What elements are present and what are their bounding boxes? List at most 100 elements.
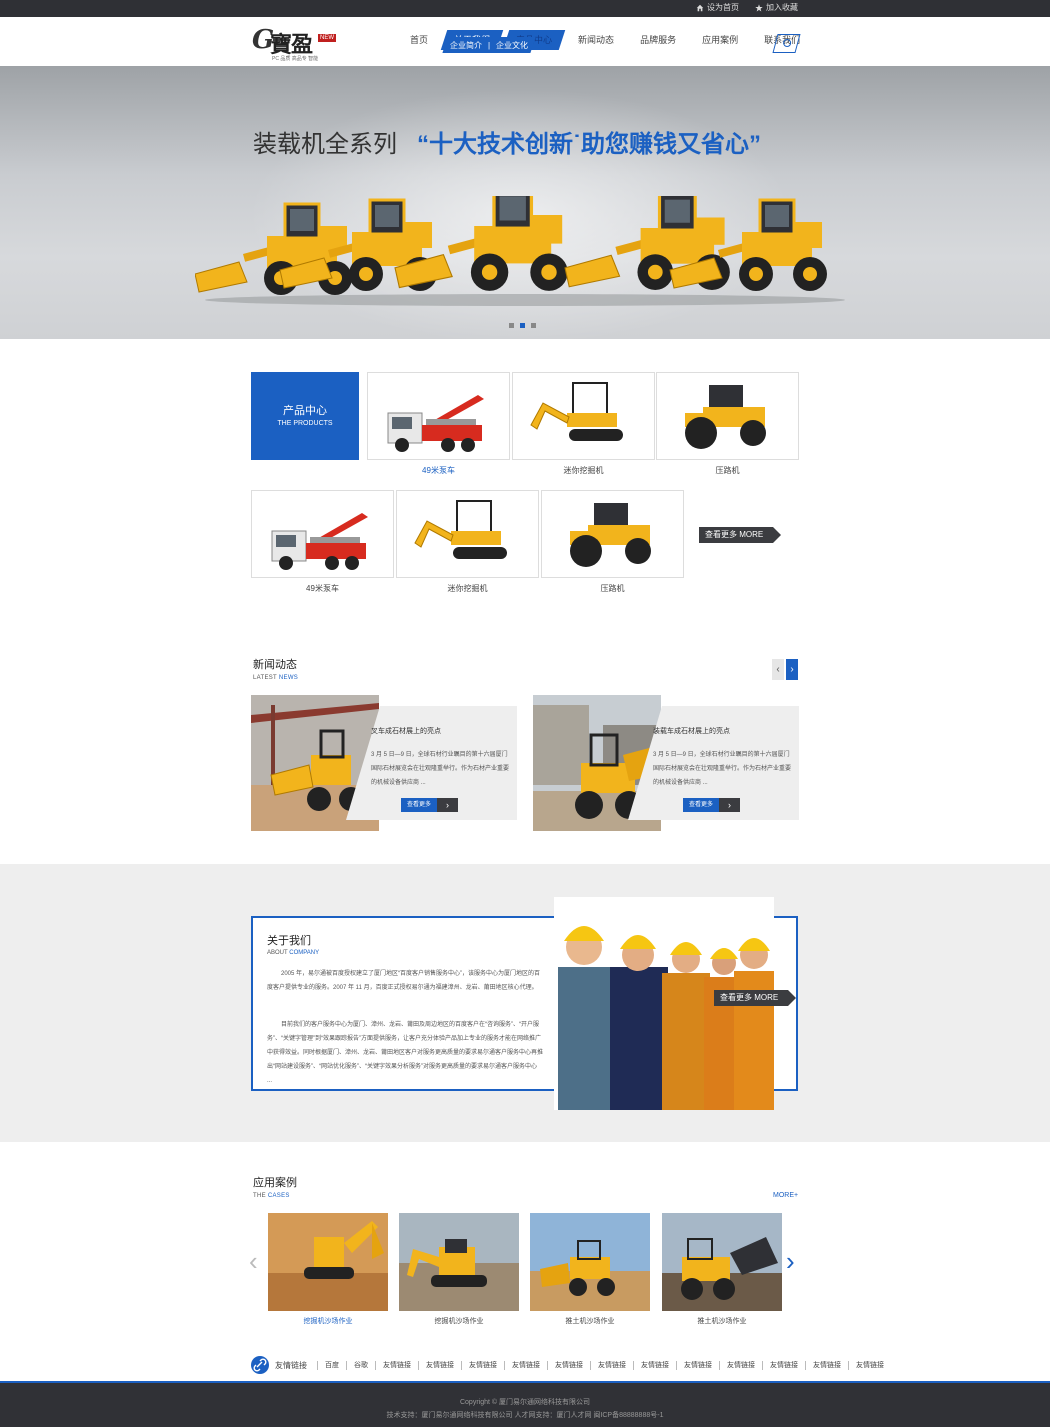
road-roller-image xyxy=(570,503,651,567)
friend-links: 友情链接 百度 谷歌 友情链接 友情链接 友情链接 友情链接 友情链接 友情链接… xyxy=(251,1356,891,1374)
cases-heading: 应用案例 xyxy=(253,1177,297,1189)
product-name-3[interactable]: 压路机 xyxy=(656,465,799,476)
nav-item-cases[interactable]: 应用案例 xyxy=(692,30,748,50)
products-heading-tile[interactable]: 产品中心 THE PRODUCTS xyxy=(251,372,359,460)
product-name-4[interactable]: 49米泵车 xyxy=(251,583,394,594)
about-subnav: 企业简介 | 企业文化 xyxy=(442,37,536,53)
about-subheading: ABOUT COMPANY xyxy=(267,950,320,956)
friend-link-12[interactable]: 友情链接 xyxy=(762,1360,805,1370)
logo-tagline: PC 品质 高品专 智能 xyxy=(272,56,319,62)
products-heading-en: THE PRODUCTS xyxy=(277,420,333,427)
road-roller-image xyxy=(685,385,766,449)
product-card-2[interactable] xyxy=(512,372,655,460)
news-excerpt-2: 3 月 5 日—9 日，全球石材行业瞩目的第十六届厦门国际石材展览会在壮观隆重举… xyxy=(653,752,792,786)
top-bar: 设为首页 加入收藏 xyxy=(0,0,1050,17)
product-name-2[interactable]: 迷你挖掘机 xyxy=(512,465,655,476)
set-home-link[interactable]: 设为首页 xyxy=(696,2,739,13)
about-heading: 关于我们 xyxy=(267,935,311,947)
search-icon xyxy=(783,39,792,47)
search-button[interactable] xyxy=(772,34,801,53)
subnav-intro[interactable]: 企业简介 xyxy=(450,40,482,51)
news-title-2[interactable]: 装载车成石材展上的亮点 xyxy=(653,726,730,736)
product-card-6[interactable] xyxy=(541,490,684,578)
news-card-1[interactable]: 叉车成石材展上的亮点 3 月 5 日—9 日，全球石材行业瞩目的第十六届厦门国际… xyxy=(251,695,517,831)
carousel-dot-1[interactable] xyxy=(509,323,514,328)
news-card-2[interactable]: 装载车成石材展上的亮点 3 月 5 日—9 日，全球石材行业瞩目的第十六届厦门国… xyxy=(533,695,799,831)
cases-next-button[interactable]: › xyxy=(786,1246,795,1277)
friend-link-8[interactable]: 友情链接 xyxy=(590,1360,633,1370)
case-name-4[interactable]: 推土机沙场作业 xyxy=(662,1316,782,1326)
news-subheading: LATEST NEWS xyxy=(253,675,299,681)
carousel-dot-3[interactable] xyxy=(531,323,536,328)
nav-item-news[interactable]: 新闻动态 xyxy=(568,30,624,50)
friend-link-10[interactable]: 友情链接 xyxy=(676,1360,719,1370)
star-icon xyxy=(755,3,763,11)
friend-link-13[interactable]: 友情链接 xyxy=(805,1360,848,1370)
footer-support: 技术支持：厦门易尔通网络科技有限公司 人才网支持：厦门人才网 闽ICP备8888… xyxy=(386,1412,664,1419)
cases-more-link[interactable]: MORE+ xyxy=(773,1192,798,1199)
case-name-3[interactable]: 推土机沙场作业 xyxy=(530,1316,650,1326)
friend-link-14[interactable]: 友情链接 xyxy=(848,1360,891,1370)
link-icon xyxy=(251,1356,269,1374)
friend-links-label: 友情链接 xyxy=(275,1360,307,1370)
product-name-1[interactable]: 49米泵车 xyxy=(367,465,510,476)
subnav-separator: | xyxy=(487,40,491,50)
hero-banner[interactable]: 装载机全系列 “十大技术创新˙助您赚钱又省心” xyxy=(0,66,1050,339)
subnav-culture[interactable]: 企业文化 xyxy=(496,40,528,51)
case-card-2[interactable] xyxy=(399,1213,519,1311)
friend-link-9[interactable]: 友情链接 xyxy=(633,1360,676,1370)
footer-copyright: Copyright © 厦门易尔通网络科技有限公司 xyxy=(459,1399,590,1406)
product-card-1[interactable] xyxy=(367,372,510,460)
case-name-1[interactable]: 挖掘机沙场作业 xyxy=(268,1316,388,1326)
products-more-button[interactable]: 查看更多 MORE xyxy=(699,527,782,543)
home-icon xyxy=(696,4,704,11)
products-heading: 产品中心 xyxy=(283,405,327,417)
friend-link-4[interactable]: 友情链接 xyxy=(418,1360,461,1370)
cases-prev-button[interactable]: ‹ xyxy=(249,1246,258,1277)
case-card-3[interactable] xyxy=(530,1213,650,1311)
news-prev-button[interactable]: ‹ xyxy=(772,659,784,680)
chevron-right-icon: › xyxy=(437,798,458,812)
friend-link-7[interactable]: 友情链接 xyxy=(547,1360,590,1370)
case-name-2[interactable]: 挖掘机沙场作业 xyxy=(399,1316,519,1326)
news-title-1[interactable]: 叉车成石材展上的亮点 xyxy=(371,726,441,736)
friend-link-3[interactable]: 友情链接 xyxy=(375,1360,418,1370)
nav-item-home[interactable]: 首页 xyxy=(400,30,438,50)
chevron-right-icon: › xyxy=(719,798,740,812)
product-name-5[interactable]: 迷你挖掘机 xyxy=(396,583,539,594)
pump-truck-image xyxy=(387,394,485,453)
friend-link-2[interactable]: 谷歌 xyxy=(346,1360,375,1370)
favorite-link[interactable]: 加入收藏 xyxy=(755,2,798,13)
news-excerpt-1: 3 月 5 日—9 日，全球石材行业瞩目的第十六届厦门国际石材展览会在壮观隆重举… xyxy=(371,752,510,786)
product-card-3[interactable] xyxy=(656,372,799,460)
friend-link-6[interactable]: 友情链接 xyxy=(504,1360,547,1370)
friend-link-1[interactable]: 百度 xyxy=(317,1360,346,1370)
case-bulldozer-image xyxy=(662,1213,782,1311)
about-more-button[interactable]: 查看更多 MORE xyxy=(714,990,797,1006)
carousel-dot-2[interactable] xyxy=(520,323,525,328)
news-more-button-2[interactable]: 查看更多 › xyxy=(683,798,740,812)
news-more-button-1[interactable]: 查看更多 › xyxy=(401,798,458,812)
friend-link-5[interactable]: 友情链接 xyxy=(461,1360,504,1370)
nav-item-brand[interactable]: 品牌服务 xyxy=(630,30,686,50)
about-paragraph-1: 2005 年，易尔通被百度授权建立了厦门地区“百度客户销售服务中心”，该服务中心… xyxy=(267,971,541,991)
logo-new-badge: NEW xyxy=(318,34,336,42)
wheel-loaders-image xyxy=(195,196,845,306)
case-bulldozer-image xyxy=(530,1213,650,1311)
product-name-6[interactable]: 压路机 xyxy=(541,583,684,594)
about-paragraph-2: 目前我们的客户服务中心为厦门、漳州、龙岩、莆田及周边地区的百度客户在“咨询服务”… xyxy=(267,1022,544,1084)
case-card-4[interactable] xyxy=(662,1213,782,1311)
mini-excavator-image xyxy=(530,382,624,442)
logo[interactable]: G 寶盈 NEW PC 品质 高品专 智能 xyxy=(252,25,342,62)
product-card-4[interactable] xyxy=(251,490,394,578)
case-excavator-image xyxy=(268,1213,388,1311)
product-card-5[interactable] xyxy=(396,490,539,578)
news-heading: 新闻动态 xyxy=(253,659,297,671)
footer: Copyright © 厦门易尔通网络科技有限公司 技术支持：厦门易尔通网络科技… xyxy=(0,1381,1050,1427)
case-card-1[interactable] xyxy=(268,1213,388,1311)
case-excavator-image xyxy=(399,1213,519,1311)
cases-subheading: THE CASES xyxy=(253,1193,290,1199)
news-next-button[interactable]: › xyxy=(786,659,798,680)
friend-link-11[interactable]: 友情链接 xyxy=(719,1360,762,1370)
pump-truck-image xyxy=(271,512,369,571)
